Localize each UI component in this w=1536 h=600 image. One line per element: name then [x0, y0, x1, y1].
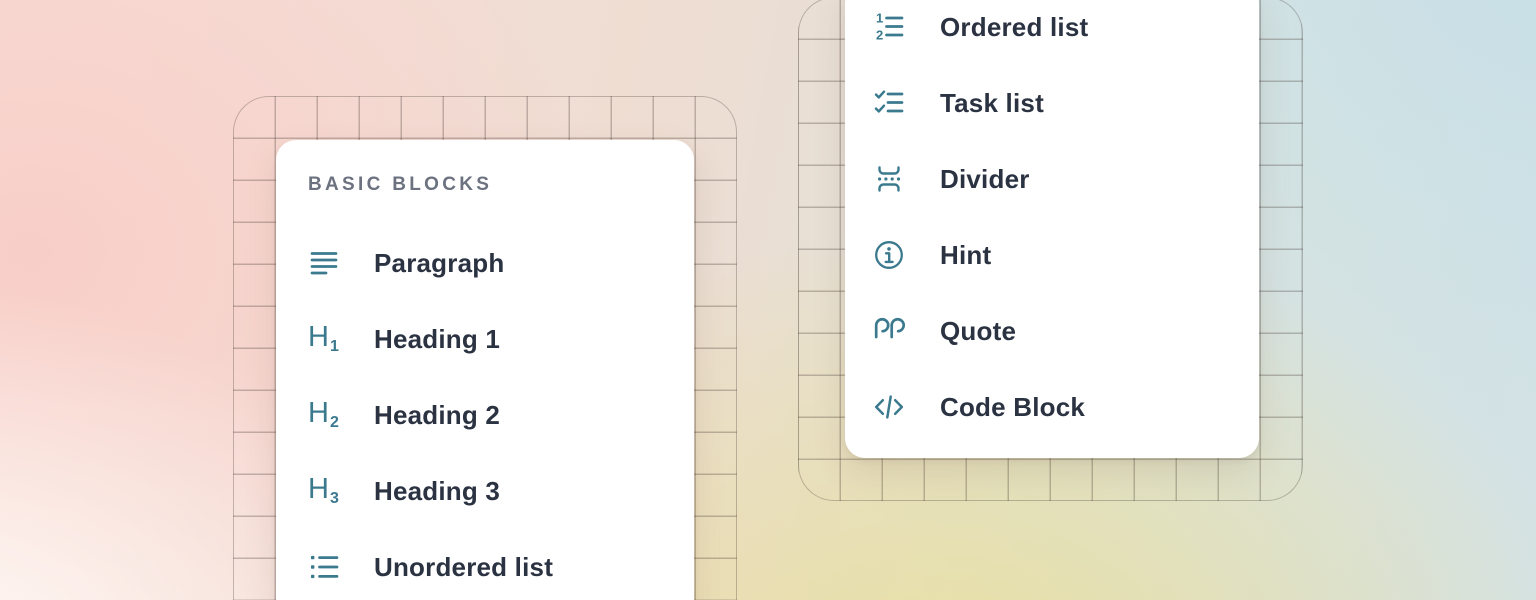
list-item[interactable]: H1 Heading 1: [308, 301, 694, 377]
basic-blocks-menu: BASIC BLOCKS Paragraph H1 Heading 1 H2 Headi…: [276, 140, 694, 600]
heading-2-icon: H2: [308, 399, 342, 431]
list-item-label: Quote: [940, 316, 1016, 347]
list-item[interactable]: 12 Ordered list: [873, 0, 1259, 65]
task-list-icon: [873, 87, 907, 119]
list-item-label: Heading 1: [374, 324, 500, 355]
list-item-label: Heading 3: [374, 476, 500, 507]
ordered-list-icon: 12: [873, 11, 907, 43]
list-item[interactable]: Hint: [873, 217, 1259, 293]
list-item[interactable]: H2 Heading 2: [308, 377, 694, 453]
basic-blocks-item-list: Paragraph H1 Heading 1 H2 Heading 2 H3 Heading…: [308, 225, 694, 600]
list-item[interactable]: Divider: [873, 141, 1259, 217]
code-block-icon: [873, 391, 907, 423]
list-item-label: Divider: [940, 164, 1030, 195]
svg-text:2: 2: [876, 27, 883, 42]
quote-icon: [873, 315, 907, 347]
list-item-label: Heading 2: [374, 400, 500, 431]
list-item[interactable]: H3 Heading 3: [308, 453, 694, 529]
section-label-basic-blocks: BASIC BLOCKS: [308, 174, 694, 196]
editor-blocks-hero: BASIC BLOCKS Paragraph H1 Heading 1 H2 Headi…: [0, 0, 1536, 600]
list-item[interactable]: Paragraph: [308, 225, 694, 301]
list-item-label: Task list: [940, 88, 1044, 119]
list-item-label: Ordered list: [940, 12, 1088, 43]
heading-3-icon: H3: [308, 475, 342, 507]
list-item[interactable]: Quote: [873, 293, 1259, 369]
list-item[interactable]: Unordered list: [308, 529, 694, 600]
list-item-label: Paragraph: [374, 248, 504, 279]
blocks-item-list: 12 Ordered list Task list Divider Hint Quote C…: [873, 0, 1259, 445]
list-item[interactable]: Code Block: [873, 369, 1259, 445]
svg-text:1: 1: [876, 11, 883, 26]
divider-icon: [873, 163, 907, 195]
list-item-label: Code Block: [940, 392, 1085, 423]
hint-icon: [873, 239, 907, 271]
heading-1-icon: H1: [308, 323, 342, 355]
paragraph-icon: [308, 247, 342, 279]
unordered-list-icon: [308, 551, 342, 583]
list-item[interactable]: Task list: [873, 65, 1259, 141]
blocks-menu-continued: 12 Ordered list Task list Divider Hint Quote C…: [845, 0, 1259, 458]
list-item-label: Hint: [940, 240, 991, 271]
list-item-label: Unordered list: [374, 552, 553, 583]
